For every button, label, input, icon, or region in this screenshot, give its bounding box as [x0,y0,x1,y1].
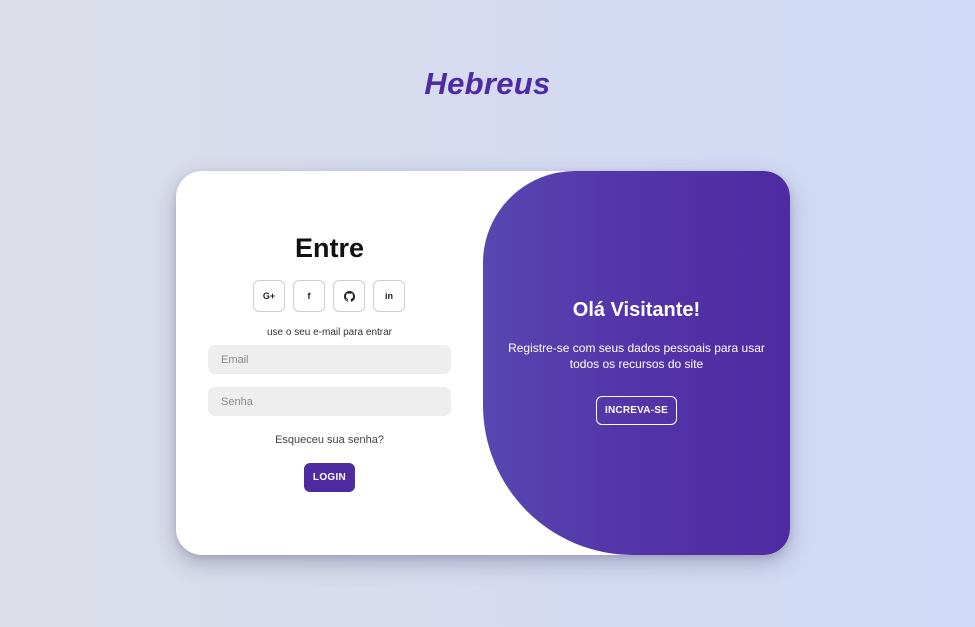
github-button[interactable] [333,280,365,312]
password-field[interactable] [208,387,451,416]
github-icon [343,290,355,302]
linkedin-button[interactable]: in [373,280,405,312]
forgot-password-link[interactable]: Esqueceu sua senha? [208,434,451,446]
facebook-icon: f [307,291,311,301]
welcome-text: Registre-se com seus dados pessoais para… [508,341,765,371]
social-login-buttons: G+ f in [253,280,405,312]
google-plus-button[interactable]: G+ [253,280,285,312]
google-plus-icon: G+ [262,291,276,301]
login-panel: Entre G+ f in use o seu e-mail para entr… [176,171,483,555]
auth-card: Entre G+ f in use o seu e-mail para entr… [176,171,790,555]
welcome-title: Olá Visitante! [572,299,701,321]
welcome-panel: Olá Visitante! Registre-se com seus dado… [483,171,790,555]
email-field[interactable] [208,345,451,374]
brand-logo-text: Hebreus [424,66,551,101]
facebook-button[interactable]: f [293,280,325,312]
login-button[interactable]: LOGIN [304,463,355,492]
signup-button[interactable]: INCREVA-SE [596,396,677,425]
login-title: Entre [294,233,365,263]
login-hint: use o seu e-mail para entrar [266,327,393,338]
linkedin-icon: in [385,291,393,301]
